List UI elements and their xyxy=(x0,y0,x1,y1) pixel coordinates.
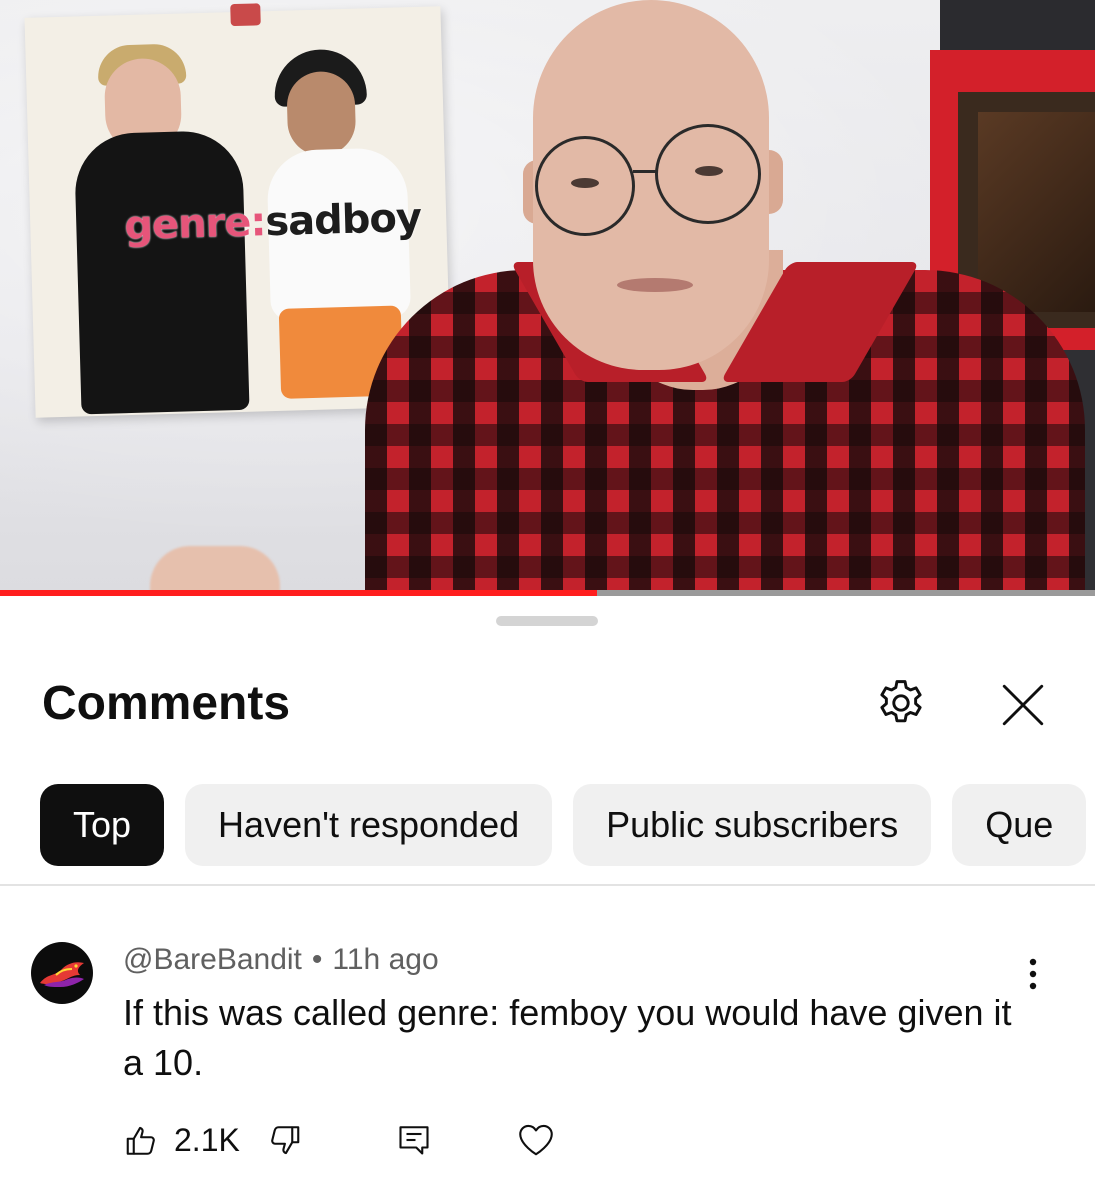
comment-text: If this was called genre: femboy you wou… xyxy=(123,992,1012,1083)
poster-figure-left xyxy=(73,129,250,415)
reply-button[interactable] xyxy=(396,1122,432,1158)
avatar[interactable] xyxy=(31,942,93,1004)
glasses-bridge xyxy=(633,170,657,173)
divider xyxy=(0,884,1095,886)
comment-filter-chips: Top Haven't responded Public subscribers Qu… xyxy=(40,784,1095,866)
glasses-left-lens xyxy=(535,136,635,236)
chip-havent-responded[interactable]: Haven't responded xyxy=(185,784,553,866)
comments-title: Comments xyxy=(42,677,291,730)
video-host xyxy=(355,0,1095,596)
more-vertical-icon[interactable] xyxy=(1018,954,1048,994)
video-player[interactable]: genre:sadboy xyxy=(0,0,1095,596)
host-hand xyxy=(150,546,280,596)
glasses-right-lens xyxy=(655,124,761,224)
poster-title-colon: : xyxy=(249,199,267,246)
poster-title-genre: genre xyxy=(123,199,252,250)
poster-clip xyxy=(230,3,261,27)
like-button[interactable]: 2.1K xyxy=(124,1122,240,1159)
heart-button[interactable] xyxy=(516,1122,556,1158)
comment-time: 11h ago xyxy=(332,943,439,976)
chip-top[interactable]: Top xyxy=(40,784,165,866)
comment-meta: @BareBandit • 11h ago xyxy=(123,943,439,977)
comment-author[interactable]: @BareBandit xyxy=(123,943,302,976)
dislike-button[interactable] xyxy=(266,1122,302,1158)
thumbs-up-icon xyxy=(126,1126,155,1155)
gear-icon[interactable] xyxy=(872,674,930,732)
drag-handle[interactable] xyxy=(496,616,598,626)
host-mouth xyxy=(617,278,693,292)
chip-public-subscribers[interactable]: Public subscribers xyxy=(573,784,932,866)
close-icon[interactable] xyxy=(994,676,1052,734)
meta-separator: • xyxy=(311,943,323,976)
like-count: 2.1K xyxy=(174,1122,240,1158)
heart-icon xyxy=(519,1124,553,1156)
comments-sheet: Comments Top Haven't responded Public subs… xyxy=(0,596,1095,1200)
chip-questions[interactable]: Que xyxy=(952,784,1087,866)
dragon-logo xyxy=(40,962,84,987)
poster-figure-right-head xyxy=(286,70,357,157)
thumbs-down-icon xyxy=(271,1126,300,1155)
reply-icon xyxy=(399,1126,429,1155)
